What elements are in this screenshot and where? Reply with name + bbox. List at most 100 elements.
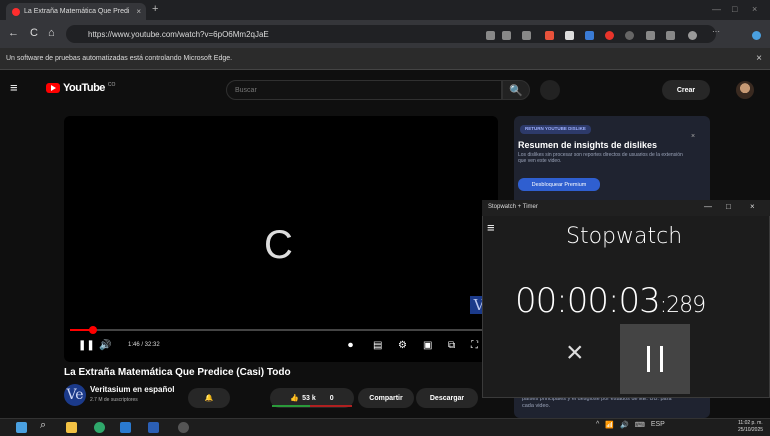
extension-icon[interactable]: [585, 31, 594, 40]
dislike-ratio-bar: [310, 405, 352, 407]
avatar[interactable]: [736, 81, 754, 99]
extension-icon[interactable]: [625, 31, 634, 40]
collections-icon[interactable]: [666, 31, 675, 40]
more-menu-icon[interactable]: ···: [712, 27, 721, 36]
settings-gear-icon[interactable]: ⚙: [398, 340, 407, 351]
panel-close-icon[interactable]: ×: [691, 133, 695, 140]
extension-icon[interactable]: [486, 31, 495, 40]
copilot-icon[interactable]: [752, 31, 761, 40]
taskbar-clock[interactable]: 11:02 p. m. 25/10/2025: [738, 420, 763, 434]
download-button[interactable]: Descargar: [416, 388, 478, 408]
channel-avatar[interactable]: Ve: [64, 384, 86, 406]
voice-search-button[interactable]: [540, 80, 560, 100]
stopwatch-app-icon[interactable]: [178, 422, 189, 433]
stopwatch-reset-icon[interactable]: ×: [566, 336, 584, 370]
stopwatch-time: 00:00:03:289: [515, 281, 706, 321]
extension-icon[interactable]: [565, 31, 574, 40]
loading-spinner-icon: C: [264, 223, 293, 267]
panel-tag: RETURN YOUTUBE DISLIKE: [520, 125, 591, 134]
taskbar-date: 25/10/2025: [738, 427, 764, 433]
volume-icon[interactable]: 🔊: [99, 340, 111, 351]
stopwatch-time-ms: :289: [659, 293, 706, 318]
language-indicator[interactable]: ESP: [651, 421, 665, 429]
extensions-puzzle-icon[interactable]: [646, 31, 655, 40]
vscode-icon[interactable]: [120, 422, 131, 433]
stopwatch-time-main: 00:00:03: [515, 281, 661, 321]
edge-icon[interactable]: [94, 422, 105, 433]
subtitles-icon[interactable]: ▤: [373, 340, 382, 351]
youtube-favicon-icon: [12, 7, 20, 16]
miniplayer-icon[interactable]: ▣: [423, 340, 432, 351]
hamburger-menu-icon[interactable]: ≡: [10, 80, 18, 95]
stopwatch-minimize-icon[interactable]: —: [704, 202, 712, 211]
notification-bell-button[interactable]: 🔔: [188, 388, 230, 408]
like-ratio-bar: [272, 405, 310, 407]
infobar-text: Un software de pruebas automatizadas est…: [6, 55, 233, 62]
file-explorer-icon[interactable]: [66, 422, 77, 433]
favorite-star-icon[interactable]: [522, 31, 531, 40]
zoom-icon[interactable]: [502, 31, 511, 40]
unlock-premium-button[interactable]: Desbloquear Premium: [518, 178, 600, 191]
youtube-country-code: CO: [107, 82, 116, 88]
panel-footer-text: países principales y el desglose por est…: [522, 396, 672, 409]
progress-bar[interactable]: [70, 326, 490, 334]
tab-title: La Extraña Matemática Que Predi: [24, 8, 130, 15]
panel-description: Los dislikes sin procesar son reportes d…: [518, 152, 683, 164]
panel-title: Resumen de insights de dislikes: [518, 140, 658, 150]
autoplay-toggle-icon[interactable]: ⏺: [348, 340, 353, 351]
youtube-play-icon: [46, 83, 60, 93]
stopwatch-menu-icon[interactable]: ≡: [487, 220, 495, 235]
video-title: La Extraña Matemática Que Predice (Casi)…: [64, 367, 291, 378]
fullscreen-icon[interactable]: ⛶: [471, 340, 478, 351]
window-close-icon[interactable]: ×: [752, 4, 757, 14]
bell-icon: 🔔: [204, 395, 214, 402]
pause-icon[interactable]: ❚❚: [78, 340, 95, 351]
pause-bar-icon: [660, 346, 663, 372]
system-tray: ^ 📶 🔊 ⌨ ESP: [596, 421, 665, 429]
search-button[interactable]: 🔍: [502, 80, 530, 100]
subscriber-count: 2.7 M de suscriptores: [90, 397, 138, 403]
start-menu-icon[interactable]: [16, 422, 27, 433]
tab-close-icon[interactable]: ×: [136, 7, 141, 16]
search-placeholder: Buscar: [235, 86, 257, 94]
youtube-logo-text: YouTube: [63, 82, 105, 94]
cast-icon[interactable]: ⧉: [448, 340, 455, 351]
profile-icon[interactable]: [688, 31, 697, 40]
url-field[interactable]: https://www.youtube.com/watch?v=6pO6Mm2q…: [66, 25, 716, 43]
taskbar-time: 11:02 p. m.: [738, 420, 763, 426]
stopwatch-heading: Stopwatch: [566, 224, 683, 249]
youtube-logo[interactable]: YouTube CO: [46, 82, 115, 94]
create-button[interactable]: Crear: [662, 80, 710, 100]
tray-chevron-icon[interactable]: ^: [596, 421, 599, 429]
home-button[interactable]: ⌂: [48, 27, 55, 39]
window-maximize-icon[interactable]: □: [732, 4, 737, 14]
search-icon: 🔍: [509, 84, 523, 97]
stopwatch-window-title: Stopwatch + Timer: [488, 204, 538, 210]
time-display: 1:46 / 32:32: [128, 342, 160, 348]
like-button[interactable]: 👍 53 k: [290, 394, 316, 403]
search-taskbar-icon[interactable]: ⌕: [40, 419, 46, 432]
extension-icon[interactable]: [545, 31, 554, 40]
stopwatch-close-icon[interactable]: ×: [750, 202, 755, 211]
keyboard-icon[interactable]: ⌨: [635, 421, 645, 429]
extension-icon[interactable]: [605, 31, 614, 40]
browser-tab[interactable]: La Extraña Matemática Que Predi ×: [6, 3, 146, 20]
url-text: https://www.youtube.com/watch?v=6pO6Mm2q…: [88, 29, 269, 39]
channel-name[interactable]: Veritasium en español: [90, 385, 174, 394]
network-icon[interactable]: 📶: [605, 421, 614, 429]
share-button[interactable]: Compartir: [358, 388, 414, 408]
back-button[interactable]: ←: [8, 27, 19, 39]
stopwatch-pause-button[interactable]: [620, 324, 690, 394]
search-input[interactable]: Buscar: [226, 80, 502, 100]
infobar-close-icon[interactable]: ×: [756, 53, 762, 64]
new-tab-button[interactable]: +: [152, 3, 158, 15]
word-icon[interactable]: [148, 422, 159, 433]
automation-infobar: Un software de pruebas automatizadas est…: [0, 48, 770, 70]
window-minimize-icon[interactable]: —: [712, 4, 721, 14]
dislike-count[interactable]: 0: [330, 395, 334, 402]
like-count: 53 k: [302, 394, 316, 402]
thumbs-up-icon: 👍: [290, 395, 300, 402]
refresh-button[interactable]: C: [30, 27, 38, 39]
stopwatch-maximize-icon[interactable]: □: [726, 202, 731, 211]
speaker-icon[interactable]: 🔊: [620, 421, 629, 429]
